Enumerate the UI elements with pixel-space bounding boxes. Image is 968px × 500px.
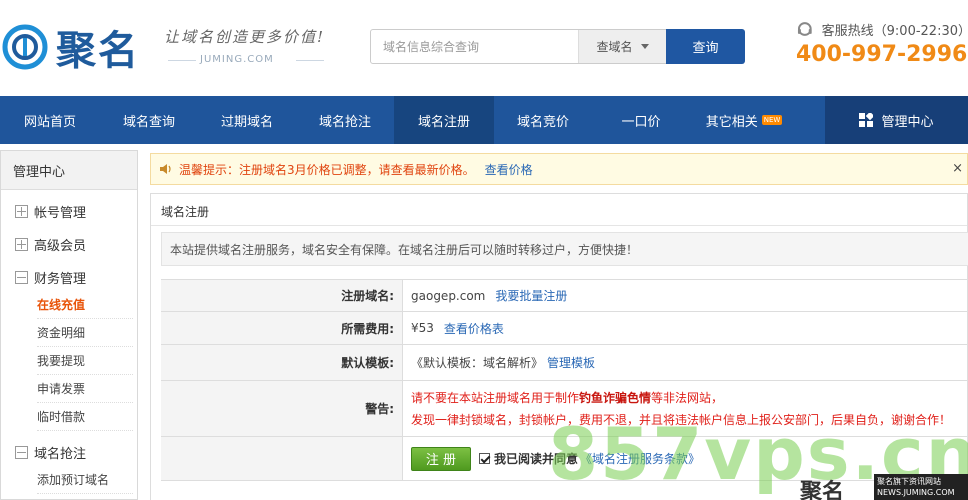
sidebar-item-invoice[interactable]: 申请发票	[37, 376, 133, 403]
headset-icon	[797, 21, 812, 36]
watermark-logo: 聚名	[800, 479, 845, 500]
sidebar-title: 管理中心	[1, 150, 137, 190]
nav-item-expired-domains[interactable]: 过期域名	[198, 96, 296, 144]
hotline-label: 客服热线（9:00-22:30）	[821, 24, 968, 39]
grid-icon	[859, 113, 874, 127]
template-value-cell: 《默认模板：域名解析》 管理模板	[403, 345, 968, 380]
nav-item-domain-query[interactable]: 域名查询	[100, 96, 198, 144]
nav-item-domain-auction[interactable]: 域名竞价	[494, 96, 592, 144]
new-badge: NEW	[761, 115, 783, 125]
form-row-fee: 所需费用: ¥53 查看价格表	[161, 312, 968, 345]
nav-item-fixed-price[interactable]: 一口价	[592, 96, 690, 144]
domain-value: gaogep.com	[411, 288, 486, 303]
sidebar-item-withdraw[interactable]: 我要提现	[37, 348, 133, 375]
search-type-label: 查域名	[596, 40, 633, 54]
close-icon[interactable]: ×	[952, 161, 963, 176]
sidebar-group-label: 高级会员	[34, 239, 87, 254]
nav-item-other[interactable]: 其它相关 NEW	[690, 96, 798, 144]
slogan-divider-right	[296, 60, 324, 61]
fee-value: ¥53	[411, 321, 434, 335]
sidebar-group-account[interactable]: 帐号管理	[15, 202, 86, 221]
register-button[interactable]: 注 册	[411, 446, 471, 471]
nav-admin-center[interactable]: 管理中心	[825, 96, 968, 144]
divider	[151, 225, 967, 226]
submit-label-cell	[161, 437, 403, 480]
sidebar-group-label: 财务管理	[34, 272, 87, 287]
watermark-tag-line-2: NEWS.JUMING.COM	[877, 488, 955, 497]
collapse-icon	[15, 271, 28, 284]
view-price-link[interactable]: 查看价格	[485, 161, 533, 178]
fee-label: 所需费用:	[161, 312, 403, 344]
nav-item-other-label: 其它相关	[705, 114, 758, 130]
sidebar-item-fund-details[interactable]: 资金明细	[37, 320, 133, 347]
speaker-icon	[160, 164, 171, 174]
watermark-tag: 聚名旗下资讯网站 NEWS.JUMING.COM	[874, 474, 968, 500]
juming-logo-icon[interactable]	[2, 24, 48, 70]
domain-value-cell: gaogep.com 我要批量注册	[403, 280, 968, 311]
slogan: 让域名创造更多价值!	[164, 28, 326, 46]
search-input[interactable]	[371, 30, 578, 63]
sidebar-group-label: 域名抢注	[34, 447, 87, 462]
search-button[interactable]: 查询	[666, 29, 745, 64]
main-nav: 网站首页 域名查询 过期域名 域名抢注 域名注册 域名竞价 一口价 其它相关 N…	[0, 96, 968, 144]
manage-template-link[interactable]: 管理模板	[547, 354, 595, 371]
notice-text: 温馨提示：注册域名3月价格已调整，请查看最新价格。	[179, 162, 475, 177]
price-table-link[interactable]: 查看价格表	[444, 320, 504, 337]
hotline: 客服热线（9:00-22:30）	[796, 20, 968, 39]
collapse-icon	[15, 446, 28, 459]
panel-title: 域名注册	[161, 205, 210, 219]
nav-admin-label: 管理中心	[881, 114, 934, 130]
warning-label: 警告:	[161, 381, 403, 436]
nav-item-home[interactable]: 网站首页	[0, 96, 100, 144]
info-box: 本站提供域名注册服务，域名安全有保障。在域名注册后可以随时转移过户，方便快捷！	[161, 232, 968, 266]
fee-value-cell: ¥53 查看价格表	[403, 312, 968, 344]
header: 聚名 让域名创造更多价值! JUMING.COM 查域名 查询 客服热线（9:0…	[0, 0, 968, 96]
template-label: 默认模板:	[161, 345, 403, 380]
notice-bar: 温馨提示：注册域名3月价格已调整，请查看最新价格。 查看价格 ×	[150, 153, 968, 185]
search-type-select[interactable]: 查域名	[578, 30, 666, 63]
form-row-domain: 注册域名: gaogep.com 我要批量注册	[161, 280, 968, 312]
search-box: 查域名	[370, 29, 666, 64]
template-value: 《默认模板：域名解析》	[411, 356, 544, 370]
nav-item-domain-snatch[interactable]: 域名抢注	[296, 96, 394, 144]
expand-icon	[15, 205, 28, 218]
sidebar-group-snatch[interactable]: 域名抢注	[15, 443, 86, 462]
slogan-divider-left	[168, 60, 196, 61]
warning-line-1-highlight: 钓鱼诈骗色情	[579, 390, 652, 405]
logo-text[interactable]: 聚名	[56, 18, 140, 76]
hotline-number: 400-997-2996	[796, 42, 968, 67]
sidebar-item-temp-loan[interactable]: 临时借款	[37, 404, 133, 431]
agree-checkbox[interactable]	[479, 453, 490, 464]
watermark-tag-line-1: 聚名旗下资讯网站	[877, 477, 941, 486]
sidebar-item-recharge[interactable]: 在线充值	[37, 292, 133, 319]
domain-label: 注册域名:	[161, 280, 403, 311]
expand-icon	[15, 238, 28, 251]
form-row-template: 默认模板: 《默认模板：域名解析》 管理模板	[161, 345, 968, 381]
sidebar-group-label: 帐号管理	[34, 206, 87, 221]
sidebar-group-finance[interactable]: 财务管理	[15, 268, 86, 287]
nav-item-domain-register[interactable]: 域名注册	[394, 96, 494, 144]
chevron-down-icon	[640, 44, 649, 49]
sidebar: 管理中心 帐号管理 高级会员 财务管理 在线充值 资金明细 我要提现 申请发票 …	[0, 150, 138, 500]
warning-line-1: 请不要在本站注册域名用于制作钓鱼诈骗色情等非法网站，	[411, 387, 951, 409]
slogan-site: JUMING.COM	[200, 54, 274, 65]
sidebar-group-vip[interactable]: 高级会员	[15, 235, 86, 254]
warning-line-1-part-a: 请不要在本站注册域名用于制作	[411, 390, 580, 405]
sidebar-item-add-reservation[interactable]: 添加预订域名	[37, 467, 133, 494]
warning-line-1-part-c: 等非法网站，	[651, 390, 724, 405]
bulk-register-link[interactable]: 我要批量注册	[495, 287, 567, 304]
page: 聚名 让域名创造更多价值! JUMING.COM 查域名 查询 客服热线（9:0…	[0, 0, 968, 500]
